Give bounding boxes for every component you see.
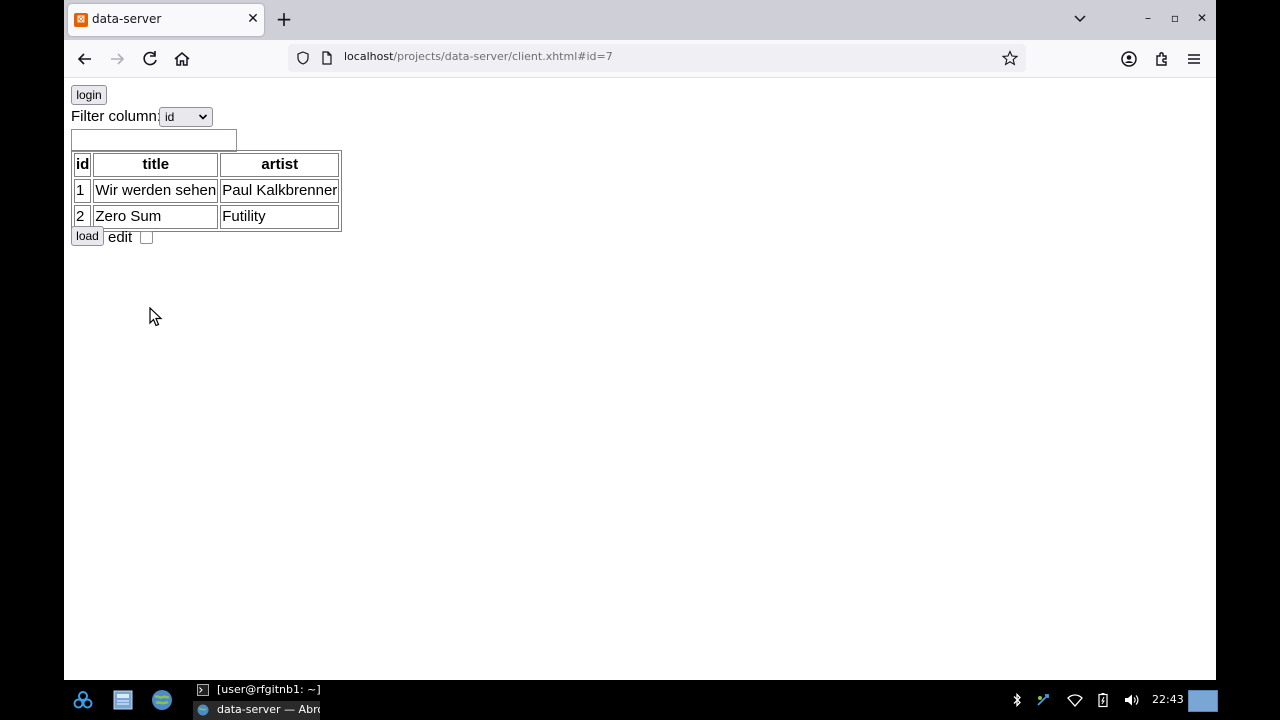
xampp-favicon-icon: ⊠ [74,13,88,27]
edit-label: edit [108,229,133,246]
maximize-icon[interactable]: ▫ [1167,10,1183,26]
table-row[interactable]: 1 Wir werden sehen Paul Kalkbrenner [74,179,340,203]
taskbar-task-label: [user@rfgitnb1: ~] [217,683,320,696]
taskbar-task-terminal[interactable]: [user@rfgitnb1: ~] [193,681,320,700]
tab-close-icon[interactable]: ✕ [244,10,262,28]
url-path: /projects/data-server/client.xhtml#id=7 [393,50,613,63]
terminal-icon [197,684,209,696]
column-header-id: id [74,153,92,177]
extensions-icon[interactable] [1151,48,1173,70]
browser-window: ⊠ data-server ✕ + – ▫ ✕ localhost/projec… [64,0,1216,680]
navigation-toolbar: localhost/projects/data-server/client.xh… [64,40,1216,78]
bookmark-star-icon[interactable] [1002,50,1018,66]
web-browser-icon[interactable] [150,688,174,712]
account-icon[interactable] [1118,48,1140,70]
taskbar [0,680,1280,720]
cell-id: 1 [74,179,92,203]
filter-input[interactable] [71,129,237,152]
tab-data-server[interactable]: ⊠ data-server ✕ [68,4,264,36]
list-all-tabs-icon[interactable] [1072,10,1088,26]
file-manager-icon[interactable] [111,688,135,712]
update-notifier-icon[interactable] [1035,692,1051,708]
load-button[interactable]: load [71,226,104,246]
login-button[interactable]: login [71,85,107,105]
battery-icon[interactable] [1095,692,1111,708]
chevron-down-icon [198,114,208,120]
back-icon[interactable] [74,48,96,70]
table-row[interactable]: 2 Zero Sum Futility [74,205,340,229]
column-header-title: title [93,153,219,177]
cell-title: Zero Sum [93,205,219,229]
taskbar-clock[interactable]: 22:43 [1152,693,1184,706]
volume-icon[interactable] [1123,692,1139,708]
filter-column-select-value: id [165,110,175,124]
url-text: localhost/projects/data-server/client.xh… [344,50,613,63]
taskbar-task-label: data-server — Abro... [217,703,320,716]
bluetooth-icon[interactable] [1009,692,1025,708]
minimize-icon[interactable]: – [1140,10,1156,26]
show-desktop-button[interactable] [1188,690,1218,712]
new-tab-icon[interactable]: + [274,9,294,29]
browser-task-icon [197,704,209,716]
cell-title: Wir werden sehen [93,179,219,203]
tab-strip: ⊠ data-server ✕ + – ▫ ✕ [64,0,1216,40]
menu-icon[interactable] [1183,48,1205,70]
edit-checkbox[interactable] [140,231,153,244]
filter-column-label: Filter column: [71,108,162,125]
close-window-icon[interactable]: ✕ [1194,10,1210,26]
page-info-icon[interactable] [321,51,333,65]
url-bar[interactable]: localhost/projects/data-server/client.xh… [288,44,1026,72]
forward-icon[interactable] [106,48,128,70]
column-header-artist: artist [220,153,340,177]
mouse-pointer-icon [149,307,163,327]
tracking-protection-shield-icon[interactable] [296,51,310,65]
start-menu-icon[interactable] [71,688,95,712]
url-host: localhost [344,50,394,63]
wifi-icon[interactable] [1067,692,1083,708]
reload-icon[interactable] [139,48,161,70]
home-icon[interactable] [171,48,193,70]
cell-artist: Futility [220,205,340,229]
data-table: id title artist 1 Wir werden sehen Paul … [71,150,343,232]
filter-column-select[interactable]: id [159,107,213,127]
tab-title: data-server [92,12,162,26]
page-content: login Filter column: id id title artist … [64,78,1216,680]
taskbar-task-browser[interactable]: data-server — Abro... [193,701,320,720]
table-header-row: id title artist [74,153,340,177]
cell-artist: Paul Kalkbrenner [220,179,340,203]
